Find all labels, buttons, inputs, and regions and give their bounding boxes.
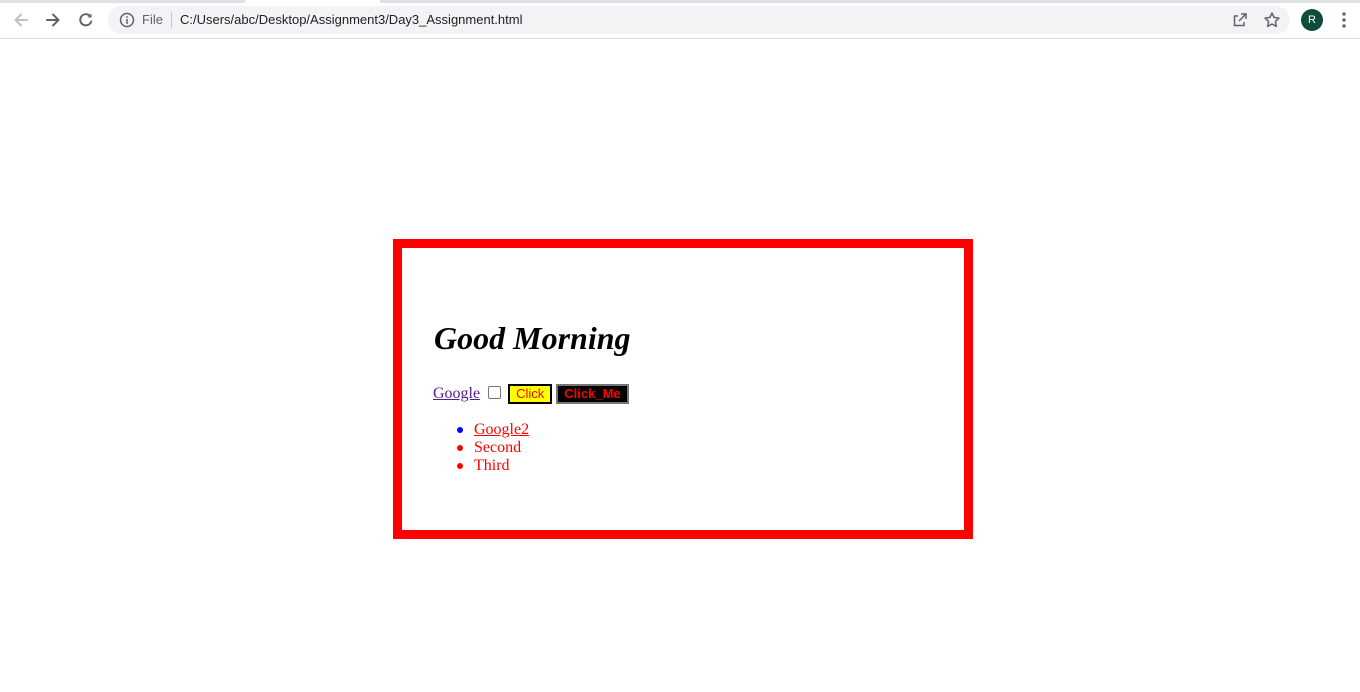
forward-arrow-icon	[46, 13, 60, 27]
list-item-label: Second	[474, 439, 522, 456]
scheme-label: File	[142, 12, 163, 27]
info-icon[interactable]	[119, 12, 135, 28]
page-heading: Good Morning	[434, 320, 631, 356]
star-icon[interactable]	[1263, 11, 1281, 29]
click-button[interactable]: Click	[508, 384, 553, 404]
address-separator	[171, 12, 172, 28]
forward-button[interactable]	[40, 7, 66, 33]
reload-button[interactable]	[73, 7, 99, 33]
share-icon[interactable]	[1231, 11, 1249, 29]
bullet-dot	[457, 427, 463, 433]
tab-strip-edge-right	[380, 0, 1360, 3]
bullet-list: Google2 Second Third	[457, 421, 529, 475]
address-bar[interactable]: File C:/Users/abc/Desktop/Assignment3/Da…	[108, 6, 1290, 34]
url-text[interactable]: C:/Users/abc/Desktop/Assignment3/Day3_As…	[180, 12, 522, 28]
red-bordered-box: Good Morning Google Click Click_Me Googl…	[393, 239, 973, 539]
google2-link[interactable]: Google2	[474, 421, 529, 438]
bullet-dot	[457, 445, 463, 451]
reload-icon	[79, 13, 93, 27]
browser-toolbar: File C:/Users/abc/Desktop/Assignment3/Da…	[0, 0, 1360, 39]
list-item: Second	[457, 439, 529, 457]
back-button[interactable]	[8, 7, 34, 33]
list-item-label: Third	[474, 457, 510, 474]
kebab-menu-icon[interactable]	[1336, 11, 1352, 29]
list-item: Google2	[457, 421, 529, 439]
click-me-button[interactable]: Click_Me	[556, 384, 629, 404]
controls-row: Google Click Click_Me	[433, 383, 629, 405]
list-item: Third	[457, 457, 529, 475]
profile-avatar[interactable]: R	[1301, 9, 1323, 31]
back-arrow-icon	[14, 13, 28, 27]
checkbox[interactable]	[488, 385, 502, 399]
bullet-dot	[457, 463, 463, 469]
tab-strip-edge	[0, 0, 245, 3]
google-link[interactable]: Google	[433, 385, 480, 403]
